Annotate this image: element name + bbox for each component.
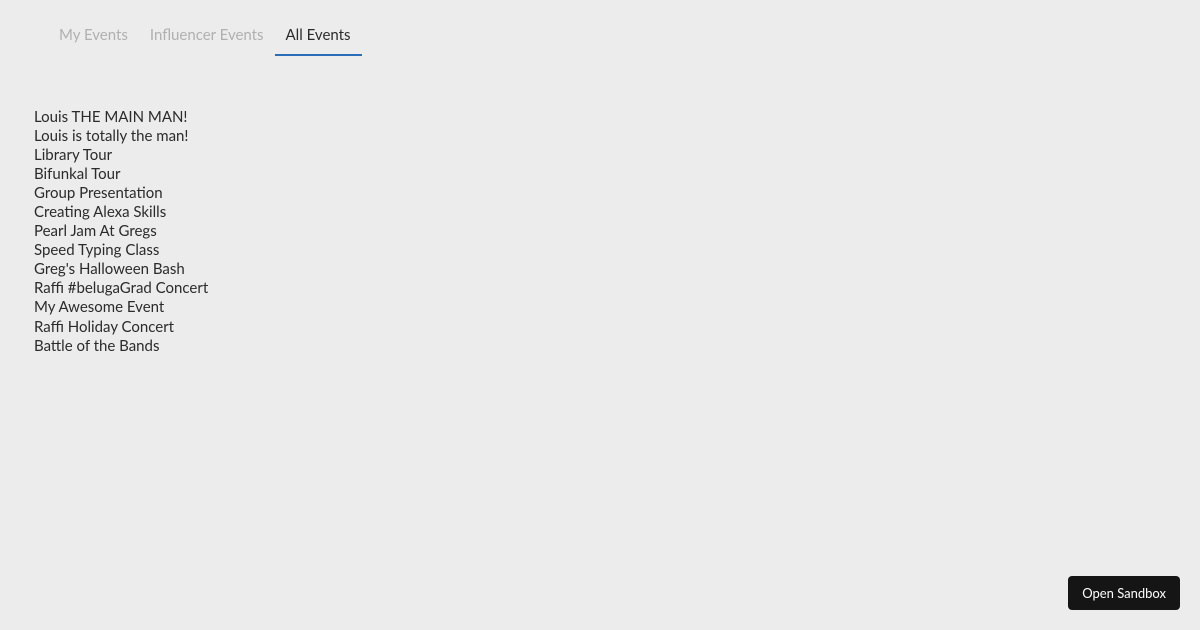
event-item[interactable]: My Awesome Event xyxy=(34,298,1200,317)
event-item[interactable]: Group Presentation xyxy=(34,184,1200,203)
event-item[interactable]: Battle of the Bands xyxy=(34,337,1200,356)
event-item[interactable]: Bifunkal Tour xyxy=(34,165,1200,184)
event-item[interactable]: Creating Alexa Skills xyxy=(34,203,1200,222)
event-item[interactable]: Louis is totally the man! xyxy=(34,127,1200,146)
event-item[interactable]: Raffi #belugaGrad Concert xyxy=(34,279,1200,298)
event-item[interactable]: Greg's Halloween Bash xyxy=(34,260,1200,279)
event-item[interactable]: Speed Typing Class xyxy=(34,241,1200,260)
event-list: Louis THE MAIN MAN! Louis is totally the… xyxy=(0,56,1200,356)
event-item[interactable]: Library Tour xyxy=(34,146,1200,165)
tab-influencer-events[interactable]: Influencer Events xyxy=(139,26,275,56)
event-item[interactable]: Louis THE MAIN MAN! xyxy=(34,108,1200,127)
open-sandbox-button[interactable]: Open Sandbox xyxy=(1068,576,1180,610)
event-item[interactable]: Raffi Holiday Concert xyxy=(34,318,1200,337)
tab-all-events[interactable]: All Events xyxy=(275,26,362,56)
tab-my-events[interactable]: My Events xyxy=(48,26,139,56)
event-item[interactable]: Pearl Jam At Gregs xyxy=(34,222,1200,241)
tabs-container: My Events Influencer Events All Events xyxy=(0,0,1200,56)
